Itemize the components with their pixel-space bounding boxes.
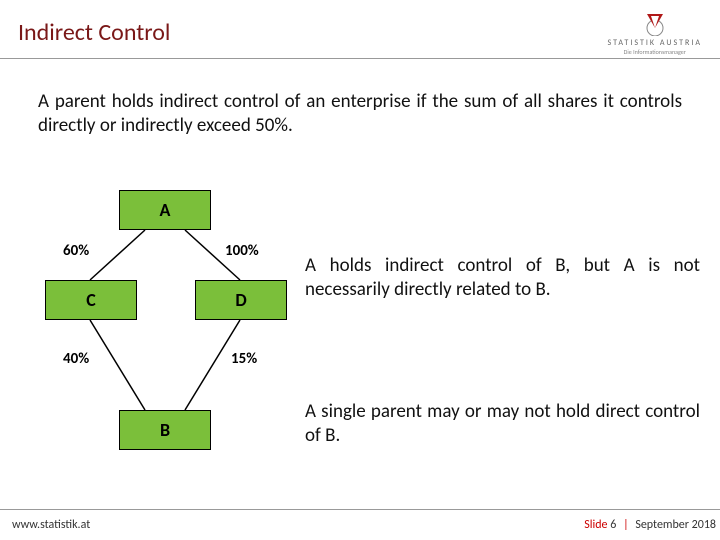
logo-sub: Die Informationsmanager [608,48,702,56]
footer-divider [0,509,720,510]
logo: STATISTIK AUSTRIA Die Informationsmanage… [608,6,702,56]
edge-cb-label: 40% [63,350,89,368]
footer-slide-label: Slide [584,518,607,532]
edge-ac-label: 60% [63,242,89,260]
page-title: Indirect Control [18,18,170,47]
footer-url: www.statistik.at [12,518,90,532]
caption-1: A holds indirect control of B, but A is … [305,254,700,302]
node-b: B [119,410,211,450]
edge-ad-label: 100% [225,242,259,260]
node-a: A [119,190,211,230]
slide: Indirect Control STATISTIK AUSTRIA Die I… [0,0,720,540]
node-d: D [195,280,287,320]
footer-right: Slide 6 | September 2018 [584,518,716,532]
footer-slide-num: 6 [610,518,616,532]
logo-icon [635,6,675,36]
title-divider [0,58,720,59]
logo-label: STATISTIK AUSTRIA [608,38,702,48]
footer-sep-icon: | [623,518,629,532]
node-c: C [45,280,137,320]
diagram: A C D B 60% 100% 40% 15% [35,190,295,470]
footer-date: September 2018 [635,518,716,532]
caption-2: A single parent may or may not hold dire… [305,400,700,448]
intro-text: A parent holds indirect control of an en… [38,90,682,138]
edge-db-label: 15% [231,350,257,368]
